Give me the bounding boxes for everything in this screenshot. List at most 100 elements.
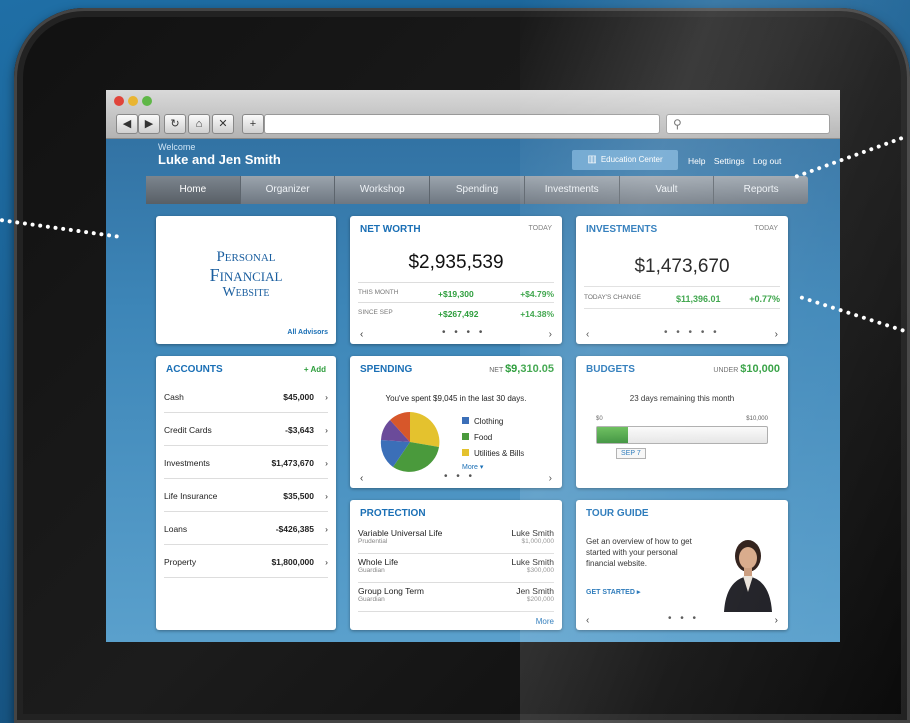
- pager-dots: • • • •: [442, 327, 486, 338]
- browser-chrome: ◀ ▶ ↻ ⌂ ✕ + ⚲: [106, 90, 840, 139]
- chevron-right-icon: ›: [325, 425, 328, 435]
- divider: [164, 412, 328, 413]
- prev-arrow-icon[interactable]: ‹: [586, 615, 589, 626]
- tab-reports[interactable]: Reports: [714, 176, 808, 204]
- budget-progress-bar: [596, 426, 768, 444]
- tab-vault[interactable]: Vault: [620, 176, 715, 204]
- help-link[interactable]: Help: [688, 156, 705, 166]
- budget-progress-fill: [597, 427, 628, 443]
- logo-line-2: Financial: [209, 265, 283, 285]
- net-value: $9,310.05: [505, 363, 554, 375]
- account-value: $1,473,670: [271, 458, 314, 468]
- divider: [164, 478, 328, 479]
- spending-legend: Clothing Food Utilities & Bills More ▾: [462, 414, 524, 474]
- account-row[interactable]: Property $1,800,000 ›: [164, 557, 328, 571]
- account-row[interactable]: Investments $1,473,670 ›: [164, 458, 328, 472]
- todays-change-value: $11,396.01: [676, 294, 721, 304]
- all-advisors-link[interactable]: All Advisors: [287, 329, 328, 336]
- divider: [164, 445, 328, 446]
- protection-more-link[interactable]: More: [536, 617, 554, 626]
- net-worth-row-label: SINCE SEP: [358, 309, 393, 316]
- account-row[interactable]: Cash $45,000 ›: [164, 392, 328, 406]
- next-arrow-icon[interactable]: ›: [775, 329, 778, 340]
- budgets-title: BUDGETS: [586, 364, 635, 375]
- minimize-dot[interactable]: [128, 96, 138, 106]
- get-started-link[interactable]: GET STARTED ▸: [586, 588, 640, 596]
- next-arrow-icon[interactable]: ›: [549, 473, 552, 484]
- add-account-button[interactable]: + Add: [304, 365, 326, 374]
- settings-link[interactable]: Settings: [714, 156, 745, 166]
- next-arrow-icon[interactable]: ›: [549, 329, 552, 340]
- main-nav: Home Organizer Workshop Spending Investm…: [146, 176, 808, 204]
- prev-arrow-icon[interactable]: ‹: [586, 329, 589, 340]
- todays-change-label: TODAY'S CHANGE: [584, 294, 641, 301]
- tab-workshop[interactable]: Workshop: [335, 176, 431, 204]
- policy-row[interactable]: Group Long Term Guardian Jen Smith $200,000: [358, 586, 554, 603]
- search-bar[interactable]: ⚲: [666, 114, 830, 134]
- logout-link[interactable]: Log out: [753, 156, 781, 166]
- close-dot[interactable]: [114, 96, 124, 106]
- user-name: Luke and Jen Smith: [158, 152, 281, 167]
- tab-spending[interactable]: Spending: [430, 176, 525, 204]
- tab-home[interactable]: Home: [146, 176, 241, 204]
- forward-icon[interactable]: ▶: [138, 114, 160, 134]
- account-value: -$3,643: [285, 425, 314, 435]
- divider: [164, 511, 328, 512]
- legend-item: Clothing: [462, 414, 524, 430]
- prev-arrow-icon[interactable]: ‹: [360, 473, 363, 484]
- pager-dots: • • • • •: [664, 327, 720, 338]
- divider: [358, 553, 554, 554]
- chevron-right-icon: ›: [325, 392, 328, 402]
- education-center-button[interactable]: ▥ Education Center: [572, 150, 678, 170]
- budget-date-marker: SEP 7: [616, 448, 646, 459]
- investments-title: INVESTMENTS: [586, 224, 658, 235]
- investments-period: TODAY: [754, 225, 778, 232]
- education-center-label: Education Center: [600, 155, 663, 164]
- net-worth-period: TODAY: [528, 225, 552, 232]
- library-icon: ▥: [587, 154, 597, 165]
- url-bar[interactable]: [264, 114, 660, 134]
- policy-owner: Luke Smith: [511, 557, 554, 567]
- account-value: $35,500: [283, 491, 314, 501]
- back-icon[interactable]: ◀: [116, 114, 138, 134]
- legend-item: Food: [462, 430, 524, 446]
- logo-card: Personal Financial Website All Advisors: [156, 216, 336, 344]
- browser-screen: ◀ ▶ ↻ ⌂ ✕ + ⚲ Welcome Luke and Jen Smith…: [106, 90, 840, 642]
- new-tab-icon[interactable]: +: [242, 114, 264, 134]
- reload-icon[interactable]: ↻: [164, 114, 186, 134]
- account-value: $45,000: [283, 392, 314, 402]
- policy-row[interactable]: Variable Universal Life Prudential Luke Sm…: [358, 528, 554, 545]
- divider: [358, 611, 554, 612]
- tab-organizer[interactable]: Organizer: [241, 176, 336, 204]
- account-label: Life Insurance: [164, 491, 218, 501]
- spending-title: SPENDING: [360, 364, 413, 375]
- prev-arrow-icon[interactable]: ‹: [360, 329, 363, 340]
- budget-remaining: 23 days remaining this month: [629, 394, 735, 403]
- maximize-dot[interactable]: [142, 96, 152, 106]
- net-label: NET: [489, 367, 504, 374]
- next-arrow-icon[interactable]: ›: [775, 615, 778, 626]
- todays-change-pct: +0.77%: [749, 294, 780, 304]
- account-row[interactable]: Loans -$426,385 ›: [164, 524, 328, 538]
- stop-icon[interactable]: ✕: [212, 114, 234, 134]
- net-worth-row-pct: +14.38%: [520, 309, 554, 319]
- account-label: Loans: [164, 524, 188, 534]
- chevron-right-icon: ›: [325, 557, 328, 567]
- protection-title: PROTECTION: [360, 508, 426, 519]
- account-label: Credit Cards: [164, 425, 212, 435]
- account-label: Property: [164, 557, 197, 567]
- legend-item: Utilities & Bills: [462, 446, 524, 462]
- protection-card: PROTECTION Variable Universal Life Pruden…: [350, 500, 562, 630]
- chevron-right-icon: ›: [325, 491, 328, 501]
- policy-amount: $200,000: [526, 596, 554, 603]
- tour-guide-text: Get an overview of how to get started wi…: [586, 537, 692, 568]
- policy-amount: $300,000: [526, 567, 554, 574]
- spending-summary: You've spent $9,045 in the last 30 days.: [385, 394, 527, 403]
- account-row[interactable]: Life Insurance $35,500 ›: [164, 491, 328, 505]
- account-row[interactable]: Credit Cards -$3,643 ›: [164, 425, 328, 439]
- accounts-title: ACCOUNTS: [166, 364, 223, 375]
- home-icon[interactable]: ⌂: [188, 114, 210, 134]
- tab-investments[interactable]: Investments: [525, 176, 620, 204]
- policy-row[interactable]: Whole Life Guardian Luke Smith $300,000: [358, 557, 554, 574]
- net-worth-row-value: +$267,492: [438, 309, 479, 319]
